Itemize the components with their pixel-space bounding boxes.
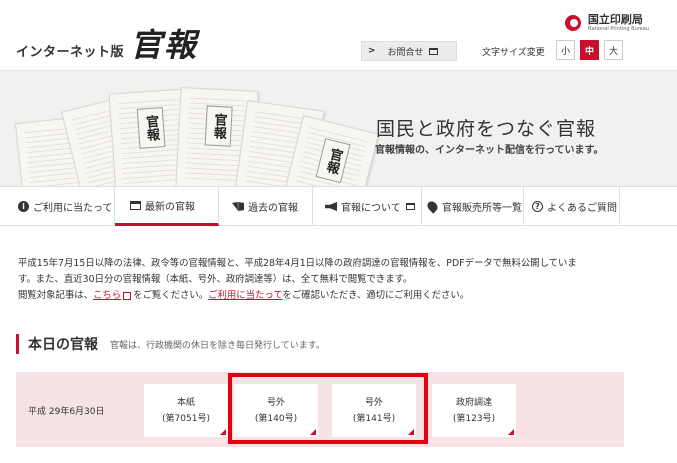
newspaper-icon xyxy=(129,199,141,211)
megaphone-icon xyxy=(325,201,337,213)
book-icon xyxy=(232,201,244,213)
hero-banner: 官報 官報 官報 国民と政府をつなぐ官報 官報情報の、インターネット配信を行って… xyxy=(0,70,677,186)
chevron-right-icon: > xyxy=(368,46,376,56)
contact-button[interactable]: > お問合せ xyxy=(361,41,457,61)
nav-item-label: 過去の官報 xyxy=(248,203,298,214)
npb-name-jp: 国立印刷局 xyxy=(587,13,643,26)
issue-number: (第123号) xyxy=(452,413,496,424)
issue-number: (第7051号) xyxy=(162,413,210,424)
newspaper-title: 官報 xyxy=(136,107,166,149)
intro-line: 平成15年7月15日以降の法律、政令等の官報情報と、平成28年4月1日以降の政府… xyxy=(18,258,577,269)
fontsize-large-button[interactable]: 大 xyxy=(604,40,623,60)
info-icon: i xyxy=(18,201,29,212)
intro-line: 閲覧対象記事は、こちら をご覧ください。ご利用に当たってをご確認いただき、適切にご… xyxy=(18,288,628,304)
npb-name-en: National Printing Bureau xyxy=(587,26,649,32)
logo-main: 官報 xyxy=(130,26,199,64)
question-icon: ? xyxy=(532,201,543,212)
issue-card-procurement[interactable]: 政府調達 (第123号) xyxy=(432,384,516,437)
map-pin-icon xyxy=(424,199,440,214)
nav-item-about[interactable]: 官報について xyxy=(313,187,422,226)
nav-item-usage[interactable]: i ご利用に当たって xyxy=(12,187,115,226)
hero-subtitle: 官報情報の、インターネット配信を行っています。 xyxy=(375,145,604,156)
today-note: 官報は、行政機関の休日を除き毎日発行しています。 xyxy=(110,340,325,351)
today-heading: 本日の官報 官報は、行政機関の休日を除き毎日発行しています。 xyxy=(16,334,325,354)
new-window-icon xyxy=(405,203,415,210)
newspaper-title: 官報 xyxy=(204,105,233,147)
target-articles-link[interactable]: こちら xyxy=(93,290,121,301)
nav-item-latest[interactable]: 最新の官報 xyxy=(115,187,219,226)
intro-text-segment: をご確認いただき、適切にご利用ください。 xyxy=(282,290,470,301)
intro-line: す。また、直近30日分の官報情報（本紙、号外、政府調達等）は、全て無料で閲覧でき… xyxy=(18,274,413,285)
usage-guide-link[interactable]: ご利用に当たって xyxy=(208,290,282,301)
nav-item-label: よくあるご質問 xyxy=(547,203,617,214)
nav-item-label: 最新の官報 xyxy=(145,201,195,213)
issue-date: 平成 29年6月30日 xyxy=(28,407,105,417)
nav-item-faq[interactable]: ? よくあるご質問 xyxy=(524,187,620,226)
npb-logo[interactable]: 国立印刷局 National Printing Bureau xyxy=(564,13,649,32)
issue-card-honshi[interactable]: 本紙 (第7051号) xyxy=(144,384,228,437)
today-title: 本日の官報 xyxy=(28,337,98,353)
intro-text-segment: をご覧ください。 xyxy=(133,290,209,301)
highlight-box xyxy=(228,373,428,444)
fontsize-medium-button[interactable]: 中 xyxy=(580,40,599,60)
issue-type: 本紙 xyxy=(176,397,195,408)
npb-mark-icon xyxy=(564,15,585,31)
corner-triangle-icon xyxy=(220,429,226,435)
contact-label: お問合せ xyxy=(387,47,424,58)
logo-prefix: インターネット版 xyxy=(16,45,125,60)
hero-title: 国民と政府をつなぐ官報 xyxy=(376,118,597,140)
fontsize-small-button[interactable]: 小 xyxy=(556,40,575,60)
nav-item-label: ご利用に当たって xyxy=(33,203,113,214)
corner-triangle-icon xyxy=(508,429,514,435)
nav-item-label: 官報について xyxy=(341,203,401,214)
new-window-icon xyxy=(123,291,132,300)
nav-item-label: 官報販売所等一覧 xyxy=(442,203,522,214)
intro-text: 平成15年7月15日以降の法律、政令等の官報情報と、平成28年4月1日以降の政府… xyxy=(18,256,628,304)
intro-text-segment: 閲覧対象記事は、 xyxy=(18,290,94,301)
fontsize-label: 文字サイズ変更 xyxy=(482,48,545,58)
issue-type: 政府調達 xyxy=(455,397,492,408)
nav-item-sales[interactable]: 官報販売所等一覧 xyxy=(422,187,524,226)
heading-accent-bar xyxy=(16,334,19,354)
main-nav: i ご利用に当たって 最新の官報 過去の官報 官報について 官報販売所等一覧 ?… xyxy=(0,186,677,226)
new-window-icon xyxy=(428,47,438,55)
site-logo[interactable]: インターネット版 官報 xyxy=(16,20,198,66)
site-header: インターネット版 官報 国立印刷局 National Printing Bure… xyxy=(0,0,677,70)
nav-item-archive[interactable]: 過去の官報 xyxy=(219,187,313,226)
